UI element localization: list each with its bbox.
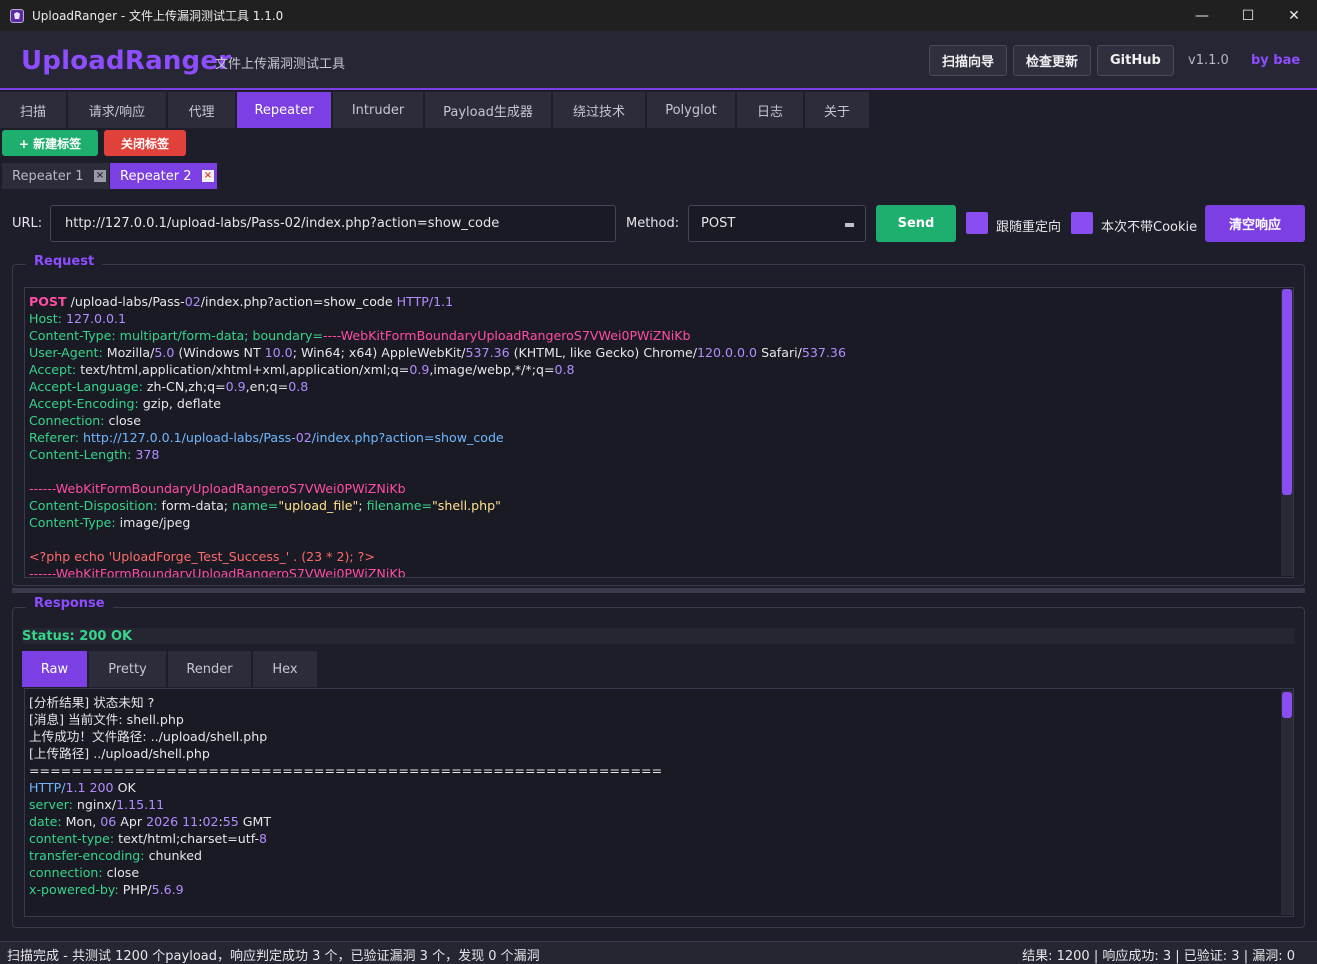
status-counters: 结果: 1200 | 响应成功: 3 | 已验证: 3 | 漏洞: 0 bbox=[1022, 949, 1295, 964]
title-bar: UploadRanger - 文件上传漏洞测试工具 1.1.0 — ☐ ✕ bbox=[0, 0, 1317, 31]
method-select[interactable]: POST bbox=[688, 205, 866, 242]
window-title: UploadRanger - 文件上传漏洞测试工具 1.1.0 bbox=[32, 9, 284, 23]
no-cookie-checkbox[interactable] bbox=[1071, 212, 1093, 234]
status-message: 扫描完成 - 共测试 1200 个payload，响应判定成功 3 个，已验证漏… bbox=[7, 949, 540, 964]
panel-splitter[interactable] bbox=[12, 588, 1305, 593]
request-group-title: Request bbox=[26, 254, 103, 269]
maximize-icon[interactable]: ☐ bbox=[1225, 0, 1271, 31]
scrollbar-thumb[interactable] bbox=[1282, 692, 1292, 718]
scan-wizard-button[interactable]: 扫描向导 bbox=[929, 45, 1008, 76]
url-input[interactable]: http://127.0.0.1/upload-labs/Pass-02/ind… bbox=[50, 205, 616, 242]
no-cookie-label: 本次不带Cookie bbox=[1101, 220, 1198, 235]
method-label: Method: bbox=[626, 216, 680, 231]
response-group-title: Response bbox=[26, 596, 113, 611]
tab-repeater[interactable]: Repeater bbox=[237, 92, 331, 128]
request-editor[interactable]: POST /upload-labs/Pass-02/index.php?acti… bbox=[24, 287, 1294, 578]
check-update-button[interactable]: 检查更新 bbox=[1013, 45, 1092, 76]
tab-intruder[interactable]: Intruder bbox=[333, 92, 423, 128]
tab-logs[interactable]: 日志 bbox=[737, 92, 803, 128]
follow-redirect-label: 跟随重定向 bbox=[996, 220, 1062, 235]
scrollbar-thumb[interactable] bbox=[1282, 289, 1292, 495]
url-label: URL: bbox=[12, 216, 43, 231]
tab-bypass-techniques[interactable]: 绕过技术 bbox=[553, 92, 645, 128]
repeater-tab-2[interactable]: Repeater 2 × bbox=[110, 163, 217, 189]
close-icon[interactable]: ✕ bbox=[1271, 0, 1317, 31]
tab-about[interactable]: 关于 bbox=[805, 92, 869, 128]
follow-redirect-checkbox[interactable] bbox=[966, 212, 988, 234]
request-scrollbar[interactable] bbox=[1281, 289, 1293, 576]
brand-logo-text: UploadRanger bbox=[21, 46, 232, 76]
response-scrollbar[interactable] bbox=[1281, 690, 1293, 915]
tab-render[interactable]: Render bbox=[168, 651, 251, 687]
close-tab-icon[interactable]: × bbox=[202, 170, 214, 182]
tab-proxy[interactable]: 代理 bbox=[168, 92, 235, 128]
tab-scan[interactable]: 扫描 bbox=[0, 92, 66, 128]
send-button[interactable]: Send bbox=[876, 205, 956, 242]
repeater-tab-1[interactable]: Repeater 1 × bbox=[2, 163, 109, 189]
tab-hex[interactable]: Hex bbox=[253, 651, 317, 687]
dropdown-arrow-icon bbox=[845, 223, 854, 227]
version-label: v1.1.0 bbox=[1188, 53, 1229, 68]
status-bar: 扫描完成 - 共测试 1200 个payload，响应判定成功 3 个，已验证漏… bbox=[0, 941, 1317, 964]
github-button[interactable]: GitHub bbox=[1097, 45, 1174, 76]
tab-raw[interactable]: Raw bbox=[22, 651, 87, 687]
clear-response-button[interactable]: 清空响应 bbox=[1205, 205, 1305, 242]
repeater-tab-label: Repeater 1 bbox=[12, 168, 84, 184]
status-bar-strip bbox=[22, 628, 1294, 644]
response-viewer[interactable]: [分析结果] 状态未知 ? [消息] 当前文件: shell.php 上传成功！… bbox=[24, 688, 1294, 917]
close-tab-button[interactable]: 关闭标签 bbox=[104, 130, 186, 156]
minimize-icon[interactable]: — bbox=[1179, 0, 1225, 31]
response-status: Status: 200 OK bbox=[22, 629, 133, 644]
app-subtitle: 文件上传漏洞测试工具 bbox=[215, 57, 346, 72]
main-tab-bar: 扫描 请求/响应 代理 Repeater Intruder Payload生成器… bbox=[0, 92, 871, 128]
window-controls: — ☐ ✕ bbox=[1179, 0, 1317, 31]
new-tab-button[interactable]: + 新建标签 bbox=[2, 130, 98, 156]
tab-payload-generator[interactable]: Payload生成器 bbox=[425, 92, 551, 128]
tab-polyglot[interactable]: Polyglot bbox=[647, 92, 735, 128]
close-tab-icon[interactable]: × bbox=[94, 170, 106, 182]
app-shield-icon bbox=[10, 8, 24, 23]
repeater-tab-label: Repeater 2 bbox=[120, 168, 192, 184]
tab-pretty[interactable]: Pretty bbox=[89, 651, 166, 687]
tab-request-response[interactable]: 请求/响应 bbox=[68, 92, 166, 128]
method-value: POST bbox=[701, 216, 736, 231]
app-header: UploadRanger 文件上传漏洞测试工具 扫描向导 检查更新 GitHub… bbox=[0, 31, 1317, 90]
author-byline: by bae bbox=[1251, 53, 1301, 68]
